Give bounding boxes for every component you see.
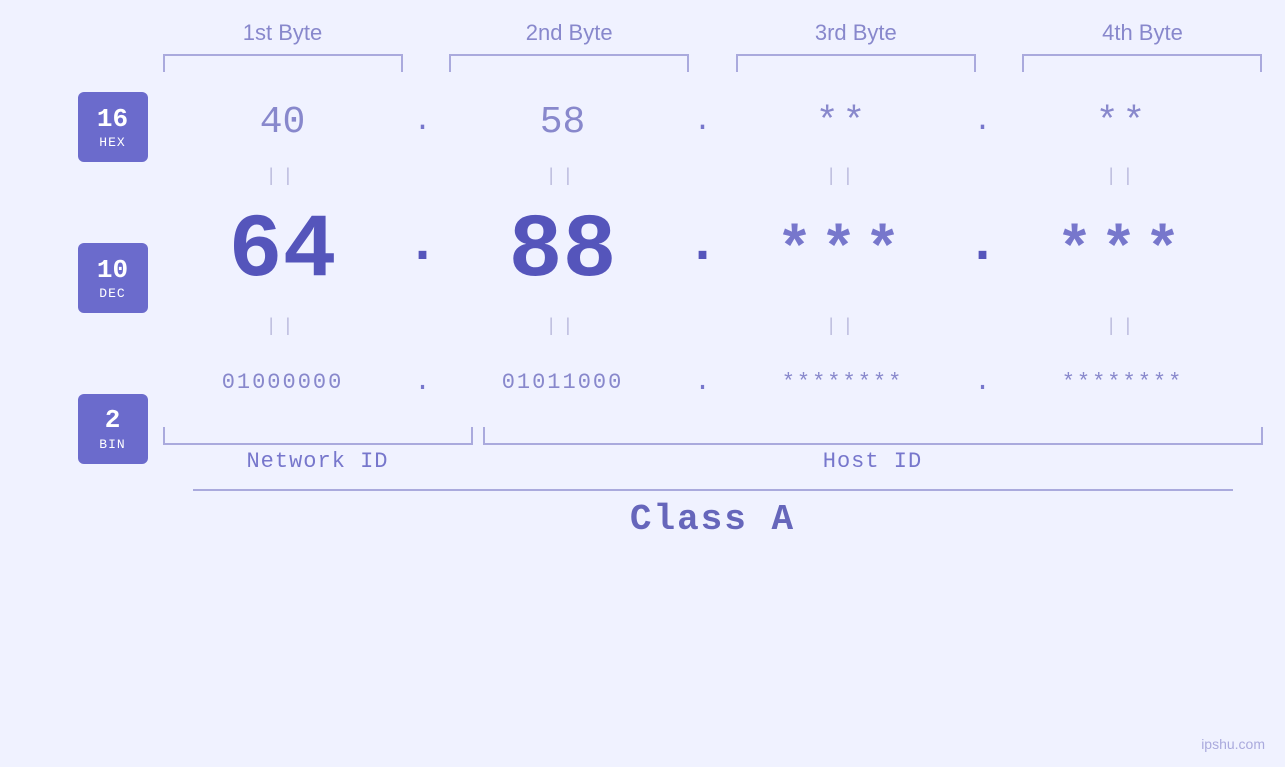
- eq1-c3: ||: [723, 167, 963, 187]
- dot-bin-3: .: [963, 367, 1003, 398]
- dot-hex-3: .: [963, 105, 1003, 139]
- values-column: 40 . 58 . ** . ** || || || || 64: [163, 82, 1263, 474]
- bracket-3: [736, 54, 976, 72]
- dot-bin-2: .: [683, 367, 723, 398]
- byte3-header: 3rd Byte: [736, 20, 976, 46]
- bin-row: 01000000 . 01011000 . ******** . *******…: [163, 342, 1263, 422]
- dec-b4: ***: [1003, 218, 1243, 286]
- bracket-host: [483, 427, 1263, 445]
- bracket-2: [449, 54, 689, 72]
- bin-b1: 01000000: [163, 370, 403, 395]
- bin-b2: 01011000: [443, 370, 683, 395]
- dot-hex-2: .: [683, 105, 723, 139]
- dec-badge: 10 DEC: [78, 243, 148, 313]
- dec-b2: 88: [443, 201, 683, 303]
- hex-row: 40 . 58 . ** . **: [163, 82, 1263, 162]
- dec-b1: 64: [163, 201, 403, 303]
- equals-row-2: || || || ||: [163, 312, 1263, 342]
- dot-dec-3: .: [963, 213, 1003, 291]
- dot-bin-1: .: [403, 367, 443, 398]
- bracket-network: [163, 427, 473, 445]
- eq2-c2: ||: [443, 317, 683, 337]
- dec-b3: ***: [723, 218, 963, 286]
- dot-hex-1: .: [403, 105, 443, 139]
- equals-row-1: || || || ||: [163, 162, 1263, 192]
- hex-b3: **: [723, 101, 963, 144]
- hex-b2: 58: [443, 101, 683, 144]
- labels-column: 16 HEX 10 DEC 2 BIN: [23, 82, 163, 474]
- hex-b4: **: [1003, 101, 1243, 144]
- byte1-header: 1st Byte: [163, 20, 403, 46]
- dec-row: 64 . 88 . *** . ***: [163, 192, 1263, 312]
- class-label: Class A: [193, 499, 1233, 540]
- dot-dec-2: .: [683, 213, 723, 291]
- hex-badge: 16 HEX: [78, 92, 148, 162]
- eq2-c1: ||: [163, 317, 403, 337]
- bracket-1: [163, 54, 403, 72]
- eq1-c2: ||: [443, 167, 683, 187]
- class-line: [193, 489, 1233, 491]
- eq2-c4: ||: [1003, 317, 1243, 337]
- bin-b4: ********: [1003, 370, 1243, 395]
- bin-badge: 2 BIN: [78, 394, 148, 464]
- dot-dec-1: .: [403, 213, 443, 291]
- bottom-brackets: [163, 427, 1263, 445]
- eq1-c1: ||: [163, 167, 403, 187]
- host-id-label: Host ID: [483, 449, 1263, 474]
- hex-b1: 40: [163, 101, 403, 144]
- network-id-label: Network ID: [163, 449, 473, 474]
- eq2-c3: ||: [723, 317, 963, 337]
- eq1-c4: ||: [1003, 167, 1243, 187]
- bracket-4: [1022, 54, 1262, 72]
- bottom-labels: Network ID Host ID: [163, 449, 1263, 474]
- bin-b3: ********: [723, 370, 963, 395]
- byte2-header: 2nd Byte: [449, 20, 689, 46]
- main-container: 1st Byte 2nd Byte 3rd Byte 4th Byte 16 H…: [0, 0, 1285, 767]
- byte4-header: 4th Byte: [1022, 20, 1262, 46]
- watermark: ipshu.com: [1201, 736, 1265, 752]
